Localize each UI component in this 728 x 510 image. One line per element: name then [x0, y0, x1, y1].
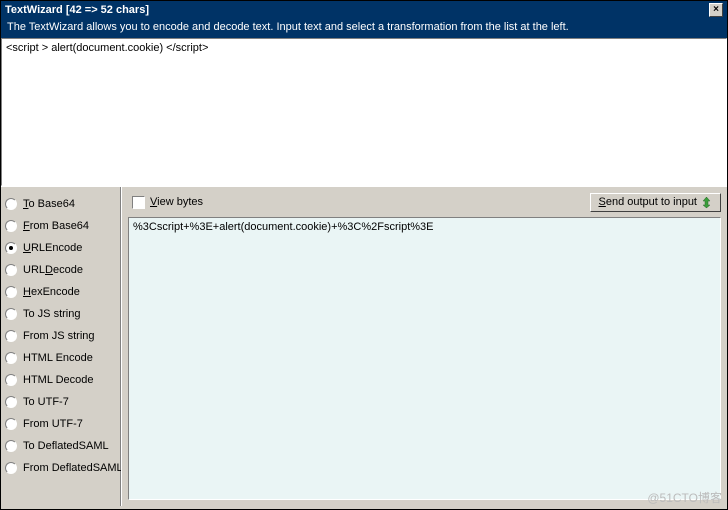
radio-icon: [5, 440, 17, 452]
radio-label: To DeflatedSAML: [23, 440, 109, 452]
titlebar: TextWizard [42 => 52 chars] ×: [1, 1, 727, 19]
radio-icon: [5, 396, 17, 408]
view-bytes-checkbox[interactable]: View bytes: [132, 196, 203, 209]
radio-icon: [5, 308, 17, 320]
radio-label: HexEncode: [23, 286, 80, 298]
radio-label: To UTF-7: [23, 396, 69, 408]
output-pane: View bytes Send output to input %3Cscrip…: [121, 187, 727, 506]
radio-icon: [5, 242, 17, 254]
radio-icon: [5, 220, 17, 232]
radio-hexencode[interactable]: HexEncode: [5, 281, 116, 303]
radio-to-base64[interactable]: To Base64: [5, 193, 116, 215]
view-bytes-label: View bytes: [150, 196, 203, 208]
description-text: The TextWizard allows you to encode and …: [1, 19, 727, 38]
radio-from-deflatedsaml[interactable]: From DeflatedSAML: [5, 457, 116, 479]
output-toolbar: View bytes Send output to input: [122, 187, 727, 217]
radio-icon: [5, 198, 17, 210]
radio-html-decode[interactable]: HTML Decode: [5, 369, 116, 391]
lower-pane: To Base64 From Base64 URLEncode URLDecode He…: [1, 186, 727, 506]
radio-label: From Base64: [23, 220, 89, 232]
input-textarea[interactable]: <script > alert(document.cookie) </scrip…: [1, 38, 727, 186]
radio-urldecode[interactable]: URLDecode: [5, 259, 116, 281]
radio-label: HTML Encode: [23, 352, 93, 364]
radio-label: HTML Decode: [23, 374, 94, 386]
close-icon[interactable]: ×: [709, 3, 723, 17]
send-output-to-input-button[interactable]: Send output to input: [590, 193, 721, 212]
radio-icon: [5, 352, 17, 364]
radio-icon: [5, 374, 17, 386]
send-output-label: Send output to input: [599, 196, 697, 208]
radio-html-encode[interactable]: HTML Encode: [5, 347, 116, 369]
radio-label: To JS string: [23, 308, 80, 320]
transformation-sidebar: To Base64 From Base64 URLEncode URLDecode He…: [1, 187, 121, 506]
output-textarea[interactable]: %3Cscript+%3E+alert(document.cookie)+%3C…: [128, 217, 721, 500]
radio-label: URLEncode: [23, 242, 82, 254]
radio-from-base64[interactable]: From Base64: [5, 215, 116, 237]
radio-icon: [5, 264, 17, 276]
radio-icon: [5, 330, 17, 342]
arrow-up-icon: [701, 196, 712, 209]
checkbox-icon: [132, 196, 145, 209]
radio-icon: [5, 462, 17, 474]
radio-label: To Base64: [23, 198, 75, 210]
radio-to-deflatedsaml[interactable]: To DeflatedSAML: [5, 435, 116, 457]
window-title: TextWizard [42 => 52 chars]: [5, 4, 149, 16]
radio-label: URLDecode: [23, 264, 83, 276]
radio-label: From UTF-7: [23, 418, 83, 430]
radio-label: From DeflatedSAML: [23, 462, 123, 474]
radio-to-utf7[interactable]: To UTF-7: [5, 391, 116, 413]
radio-icon: [5, 286, 17, 298]
radio-from-js-string[interactable]: From JS string: [5, 325, 116, 347]
radio-urlencode[interactable]: URLEncode: [5, 237, 116, 259]
radio-icon: [5, 418, 17, 430]
radio-to-js-string[interactable]: To JS string: [5, 303, 116, 325]
radio-from-utf7[interactable]: From UTF-7: [5, 413, 116, 435]
radio-label: From JS string: [23, 330, 95, 342]
